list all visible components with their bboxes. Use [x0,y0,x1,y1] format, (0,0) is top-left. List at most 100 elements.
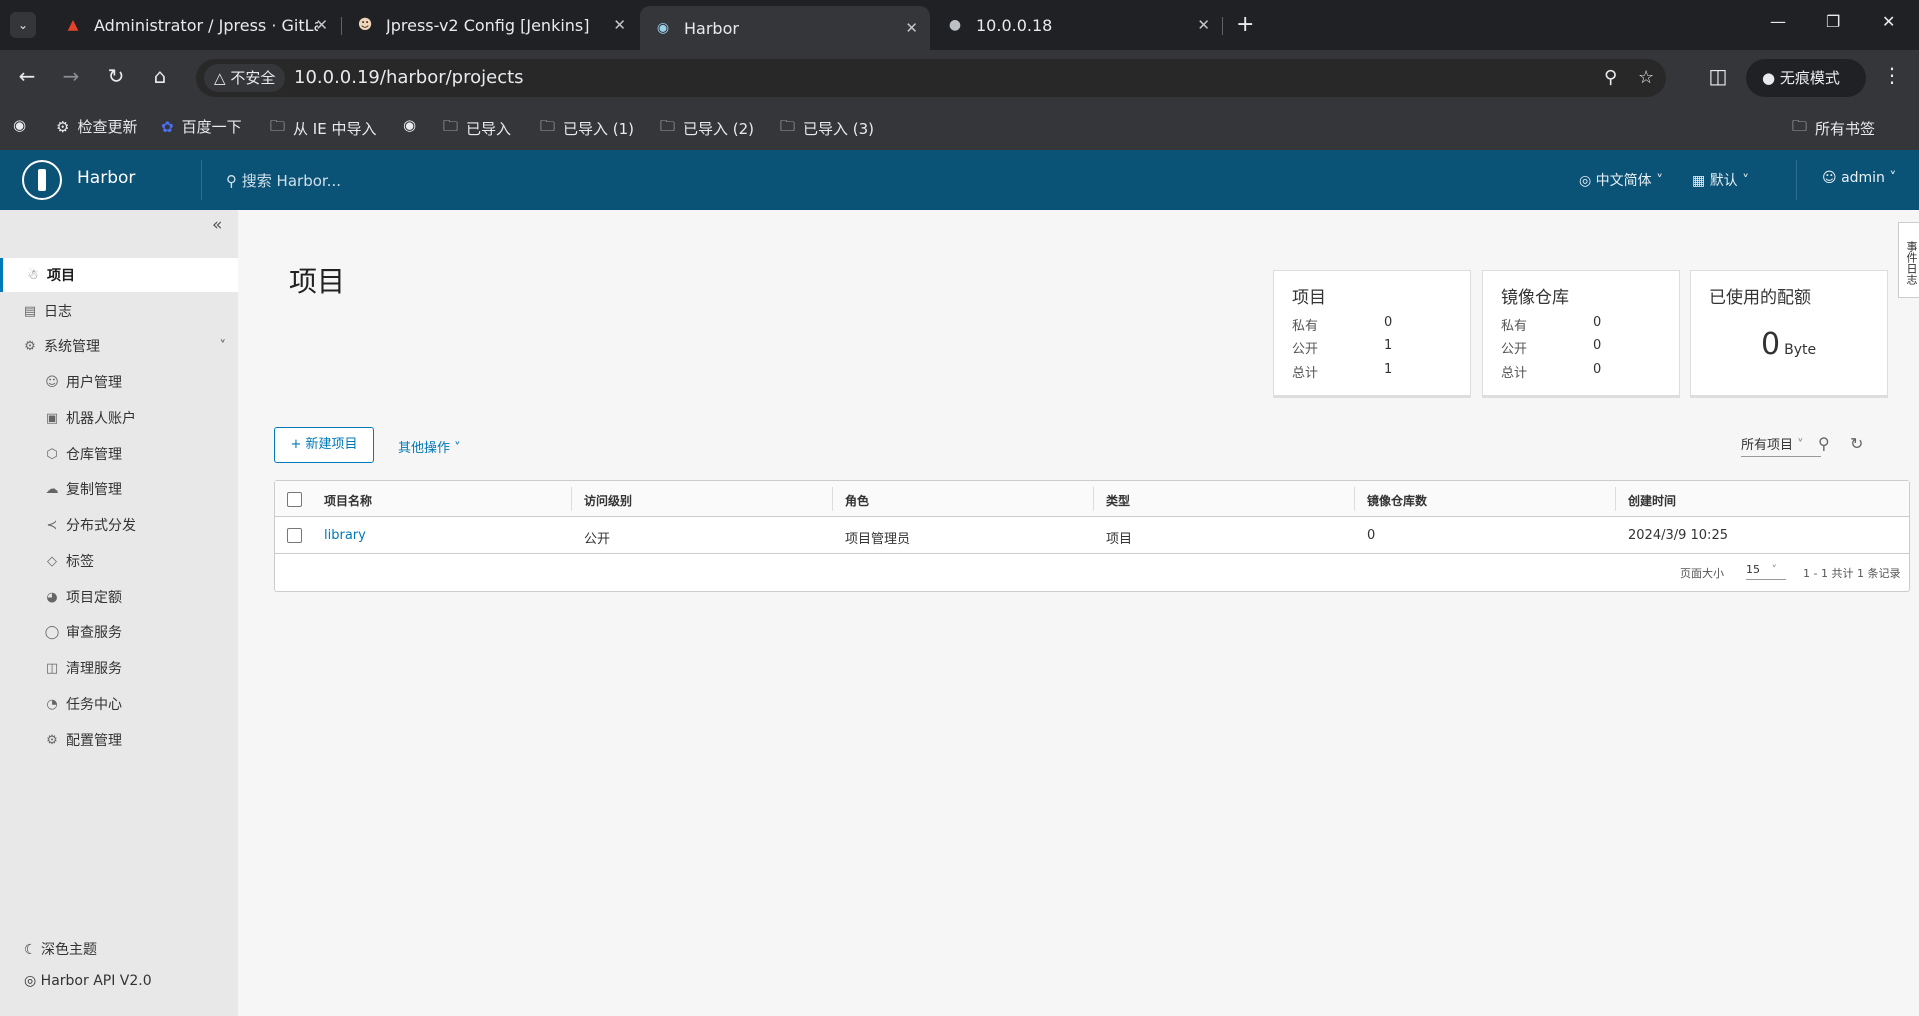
bookmark-imported-1[interactable]: 🗀 已导入 (1) [540,116,634,141]
collapse-sidebar-icon[interactable]: « [212,215,222,235]
reload-icon[interactable]: ↻ [102,64,130,88]
row-checkbox[interactable] [287,528,302,543]
sidebar-item-replication[interactable]: ☁ 复制管理 [0,472,238,506]
sidebar-item-configuration[interactable]: ⚙ 配置管理 [0,723,238,757]
row-label: 总计 [1292,366,1319,381]
bookmark-globe-2[interactable]: ◉ [403,116,424,134]
bookmark-star-icon[interactable]: ☆ [1638,67,1654,88]
all-bookmarks[interactable]: 🗀 所有书签 [1792,116,1875,141]
bookmark-ie-import[interactable]: 🗀 从 IE 中导入 [270,116,376,141]
bookmarks-bar: ◉ ⚙ 检查更新 ✿ 百度一下 🗀 从 IE 中导入 ◉ 🗀 已导入 🗀 已导入 (1) … [0,106,1919,150]
sidebar-item-logs[interactable]: ▤ 日志 [0,294,238,328]
bookmark-imported[interactable]: 🗀 已导入 [443,116,511,141]
row-label: 公开 [1292,342,1319,357]
search-icon[interactable]: ⚲ [1818,434,1830,453]
refresh-icon[interactable]: ↻ [1850,434,1863,453]
sidebar-item-projects[interactable]: ☃ 项目 [0,258,238,292]
sidebar-item-registry[interactable]: ⬡ 仓库管理 [0,437,238,471]
side-panel-icon[interactable]: ◫ [1704,64,1732,88]
user-menu[interactable]: ☺ admin ˅ [1822,170,1896,186]
close-icon[interactable]: ✕ [315,16,328,34]
sidebar-item-robot[interactable]: ▣ 机器人账户 [0,401,238,435]
row-value: 1 [1384,362,1393,377]
sidebar-item-job-center[interactable]: ◔ 任务中心 [0,687,238,721]
minimize-icon[interactable]: — [1770,12,1786,31]
main-content: 项目 项目 私有 0 公开 1 总计 1 镜像仓库 私有 0 公开 0 总计 0 已使用的配… [238,210,1919,1016]
close-icon[interactable]: ✕ [905,19,918,37]
quota-value: 0 [1761,327,1781,362]
select-all-checkbox[interactable] [287,492,302,507]
tab-search-chevron-icon[interactable]: ⌄ [10,12,36,38]
sidebar-item-distribution[interactable]: ≺ 分布式分发 [0,508,238,542]
sidebar-item-label: 标签 [66,554,94,570]
datetime-format-selector[interactable]: ▦ 默认 ˅ [1692,170,1749,190]
incognito-chip[interactable]: ● 无痕模式 [1746,59,1866,97]
brand-name[interactable]: Harbor [77,168,135,188]
sidebar-item-users[interactable]: ☺ 用户管理 [0,365,238,399]
sidebar-item-interrogation[interactable]: ◯ 审查服务 [0,615,238,649]
column-divider[interactable] [1093,487,1094,511]
card-title: 项目 [1292,288,1326,308]
column-header[interactable]: 角色 [845,492,869,509]
project-filter-select[interactable]: 所有项目 ˅ [1741,434,1821,457]
url-text[interactable]: 10.0.0.19/harbor/projects [294,67,524,88]
tab-jenkins[interactable]: ☻ Jpress-v2 Config [Jenkins] ✕ [342,6,638,44]
sidebar-item-gc[interactable]: ◫ 清理服务 [0,651,238,685]
restore-icon[interactable]: ❐ [1826,12,1840,31]
bookmark-check-update[interactable]: ⚙ 检查更新 [56,116,137,137]
quota-unit: Byte [1784,342,1817,358]
tab-10-0-0-18[interactable]: ● 10.0.0.18 ✕ [932,6,1222,44]
column-divider[interactable] [1354,487,1355,511]
bookmark-imported-2[interactable]: 🗀 已导入 (2) [660,116,754,141]
bookmark-imported-3[interactable]: 🗀 已导入 (3) [780,116,874,141]
column-header[interactable]: 项目名称 [324,492,372,509]
bookmark-globe[interactable]: ◉ [13,116,34,134]
project-name-link[interactable]: library [324,528,366,543]
page-size-select[interactable]: 15 ˅ [1746,563,1786,580]
new-project-button[interactable]: + 新建项目 [274,427,374,463]
chevron-down-icon: ˅ [454,441,461,456]
more-menu-icon[interactable]: ⋮ [1882,63,1902,87]
column-header[interactable]: 访问级别 [584,492,632,509]
pagination-total: 1 - 1 共计 1 条记录 [1803,567,1901,580]
other-actions-dropdown[interactable]: 其他操作 ˅ [398,437,461,456]
language-selector[interactable]: ◎ 中文简体 ˅ [1579,170,1663,190]
column-divider[interactable] [571,487,572,511]
card-row-public: 公开 0 [1501,338,1661,357]
tab-harbor[interactable]: ◉ Harbor ✕ [640,6,930,50]
harbor-api-link[interactable]: ◎ Harbor API V2.0 [24,973,152,989]
column-header[interactable]: 镜像仓库数 [1367,492,1427,509]
bookmark-baidu[interactable]: ✿ 百度一下 [161,116,242,137]
column-header[interactable]: 类型 [1106,492,1130,509]
global-search-input[interactable]: 搜索 Harbor... [242,172,341,190]
back-arrow-icon[interactable]: ← [13,64,41,88]
close-icon[interactable]: ✕ [613,16,626,34]
folder-icon: 🗀 [1792,117,1808,135]
security-chip[interactable]: △ 不安全 [204,64,286,92]
zoom-search-icon[interactable]: ⚲ [1604,67,1617,88]
page-title: 项目 [289,265,346,298]
forward-arrow-icon[interactable]: → [57,64,85,88]
tab-gitlab[interactable]: ▲ Administrator / Jpress · GitLa ✕ [50,6,340,44]
new-tab-icon[interactable]: + [1236,12,1254,37]
address-bar[interactable]: △ 不安全 10.0.0.19/harbor/projects ⚲ ☆ [196,59,1666,97]
sidebar-item-quotas[interactable]: ◕ 项目定额 [0,580,238,614]
home-icon[interactable]: ⌂ [146,64,174,88]
column-divider[interactable] [1615,487,1616,511]
column-header[interactable]: 创建时间 [1628,492,1676,509]
tab-title: Administrator / Jpress · GitLa [94,15,318,35]
dark-theme-toggle[interactable]: ☾ 深色主题 [24,939,97,959]
settings-icon: ⚙ [46,732,58,748]
global-search[interactable]: ⚲ 搜索 Harbor... [226,170,341,191]
close-icon[interactable]: ✕ [1197,16,1210,34]
harbor-api-label: Harbor API V2.0 [40,973,152,989]
sidebar-item-label: 机器人账户 [66,411,136,427]
sidebar-item-admin[interactable]: ⚙ 系统管理 ˅ [0,329,238,363]
harbor-logo-icon[interactable] [22,160,62,200]
window-close-icon[interactable]: ✕ [1882,12,1895,31]
sidebar-item-tags[interactable]: ◇ 标签 [0,544,238,578]
event-log-tab[interactable]: 事件日志 [1898,222,1919,298]
api-icon: ◎ [24,973,37,989]
creation-time: 2024/3/9 10:25 [1628,528,1728,543]
column-divider[interactable] [832,487,833,511]
